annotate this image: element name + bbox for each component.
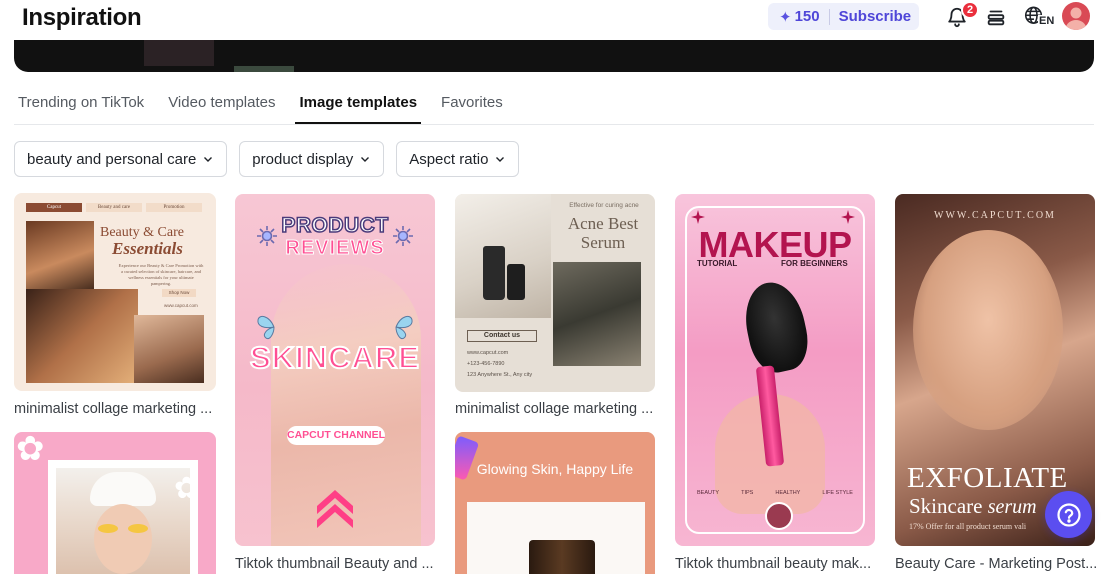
template-caption[interactable]: Tiktok thumbnail beauty mak... — [675, 556, 877, 572]
template-body-text: Experience our Beauty & Care Promotion w… — [118, 263, 204, 286]
template-info-line: 123 Anywhere St., Any city — [467, 372, 533, 378]
sparkle-icon: ✦ — [779, 8, 792, 26]
template-info-line: +123-456-7890 — [467, 361, 505, 367]
template-nav-item: Beauty and care — [86, 203, 142, 212]
template-category: BEAUTY — [697, 490, 720, 496]
template-card-makeup-tutorial[interactable]: MAKEUP TUTORIAL FOR BEGINNERS BEAUTY TIP… — [675, 194, 875, 546]
template-card-eye-patches[interactable]: ✿ ✿ — [14, 432, 216, 574]
sparkle-icon — [841, 210, 855, 224]
template-button-art: Shop Now — [162, 289, 196, 297]
template-heading: Essentials — [112, 239, 183, 258]
template-caption[interactable]: minimalist collage marketing ... — [455, 401, 657, 417]
sun-icon — [393, 226, 413, 246]
flower-icon: ✿ — [16, 432, 45, 468]
subscribe-button[interactable]: Subscribe — [839, 8, 912, 25]
tab-image-templates[interactable]: Image templates — [295, 88, 422, 124]
template-subheading: Skincare serum — [909, 494, 1037, 519]
subcategory-filter-dropdown[interactable]: product display — [239, 141, 385, 177]
sun-icon — [257, 226, 277, 246]
template-photo — [90, 472, 156, 506]
butterfly-icon — [395, 315, 413, 340]
template-photo — [553, 262, 641, 366]
language-code: EN — [1038, 15, 1056, 27]
template-photo — [26, 289, 138, 383]
template-photo — [134, 315, 204, 383]
top-header: Inspiration ✦ 150 Subscribe 2 EN — [0, 0, 1104, 34]
template-subheading: TUTORIAL — [697, 259, 738, 268]
template-categories: BEAUTY TIPS HEALTHY LIFE STYLE — [697, 490, 853, 496]
filter-bar: beauty and personal care product display… — [14, 141, 520, 177]
layers-button[interactable] — [983, 4, 1009, 30]
chevron-down-icon — [496, 157, 505, 162]
category-filter-dropdown[interactable]: beauty and personal care — [14, 141, 228, 177]
template-contact-info: www.capcut.com +123-456-7890 123 Anywher… — [467, 348, 532, 381]
template-nav-item: Promotion — [146, 203, 202, 212]
template-record-dot — [765, 502, 793, 530]
template-photo — [913, 230, 1063, 430]
template-category: HEALTHY — [775, 490, 801, 496]
credits-subscribe-pill[interactable]: ✦ 150 Subscribe — [768, 3, 919, 30]
template-caption[interactable]: minimalist collage marketing ... — [14, 401, 216, 417]
question-icon — [1056, 502, 1081, 527]
template-offer-text: 17% Offer for all product serum vali — [909, 522, 1027, 531]
template-site-text: www.capcut.com — [164, 303, 198, 308]
double-chevron-up-icon — [317, 490, 353, 528]
template-heading: EXFOLIATE — [907, 462, 1068, 494]
template-photo — [507, 264, 525, 300]
template-site-text: WWW.CAPCUT.COM — [934, 210, 1056, 221]
chevron-down-icon — [361, 157, 370, 162]
template-photo — [98, 524, 118, 533]
template-card-beauty-care-essentials[interactable]: Capcut Beauty and care Promotion Beauty … — [14, 193, 216, 391]
filter-label: Aspect ratio — [409, 150, 489, 168]
template-photo — [128, 524, 148, 533]
template-heading: SKINCARE — [249, 339, 420, 376]
template-caption[interactable]: Beauty Care - Marketing Post... — [895, 556, 1097, 572]
credits-count: 150 — [794, 8, 820, 25]
tab-video-templates[interactable]: Video templates — [164, 88, 279, 124]
template-info-line: www.capcut.com — [467, 350, 509, 356]
sparkle-icon — [691, 210, 705, 224]
avatar-icon — [1065, 7, 1087, 30]
notification-badge: 2 — [961, 1, 979, 19]
tab-trending-on-tiktok[interactable]: Trending on TikTok — [14, 88, 148, 124]
chevron-down-icon — [204, 157, 213, 162]
template-photo — [94, 504, 152, 574]
hero-banner[interactable] — [14, 40, 1094, 72]
butterfly-icon — [257, 315, 275, 340]
template-heading: Glowing Skin, Happy Life — [476, 461, 634, 477]
template-tabs: Trending on TikTok Video templates Image… — [14, 88, 1094, 125]
template-photo — [529, 540, 595, 574]
template-category: LIFE STYLE — [822, 490, 853, 496]
language-button[interactable]: EN — [1024, 4, 1056, 30]
page-title: Inspiration — [22, 4, 142, 31]
tab-favorites[interactable]: Favorites — [437, 88, 507, 124]
flower-icon: ✿ — [174, 472, 200, 505]
filter-label: beauty and personal care — [27, 150, 197, 168]
template-category: TIPS — [741, 490, 754, 496]
user-avatar[interactable] — [1062, 2, 1090, 30]
pill-divider — [828, 8, 830, 25]
template-nav-item: Capcut — [26, 203, 82, 212]
template-subheading-text: Skincare — [909, 494, 983, 518]
template-photo — [483, 246, 505, 300]
template-card-glowing-skin[interactable]: Glowing Skin, Happy Life — [455, 432, 655, 574]
aspect-ratio-dropdown[interactable]: Aspect ratio — [396, 141, 520, 177]
template-button-art: Contact us — [467, 330, 537, 342]
template-nav-bar: Capcut Beauty and care Promotion — [26, 203, 202, 212]
template-heading: Acne Best Serum — [567, 214, 639, 252]
template-subheading-italic: serum — [987, 496, 1037, 518]
help-button[interactable] — [1045, 491, 1092, 538]
template-photo — [26, 221, 94, 293]
filter-label: product display — [252, 150, 354, 168]
template-card-product-reviews-skincare[interactable]: PRODUCT REVIEWS SKINCARE CAPCUT CHANNEL — [235, 194, 435, 546]
template-pill-art: CAPCUT CHANNEL — [287, 426, 385, 445]
template-kicker: Effective for curing acne — [569, 202, 639, 209]
template-caption[interactable]: Tiktok thumbnail Beauty and ... — [235, 556, 437, 572]
stack-icon — [987, 10, 1005, 26]
template-subheading: FOR BEGINNERS — [781, 259, 848, 268]
template-card-acne-best-serum[interactable]: Effective for curing acne Acne Best Seru… — [455, 194, 655, 392]
